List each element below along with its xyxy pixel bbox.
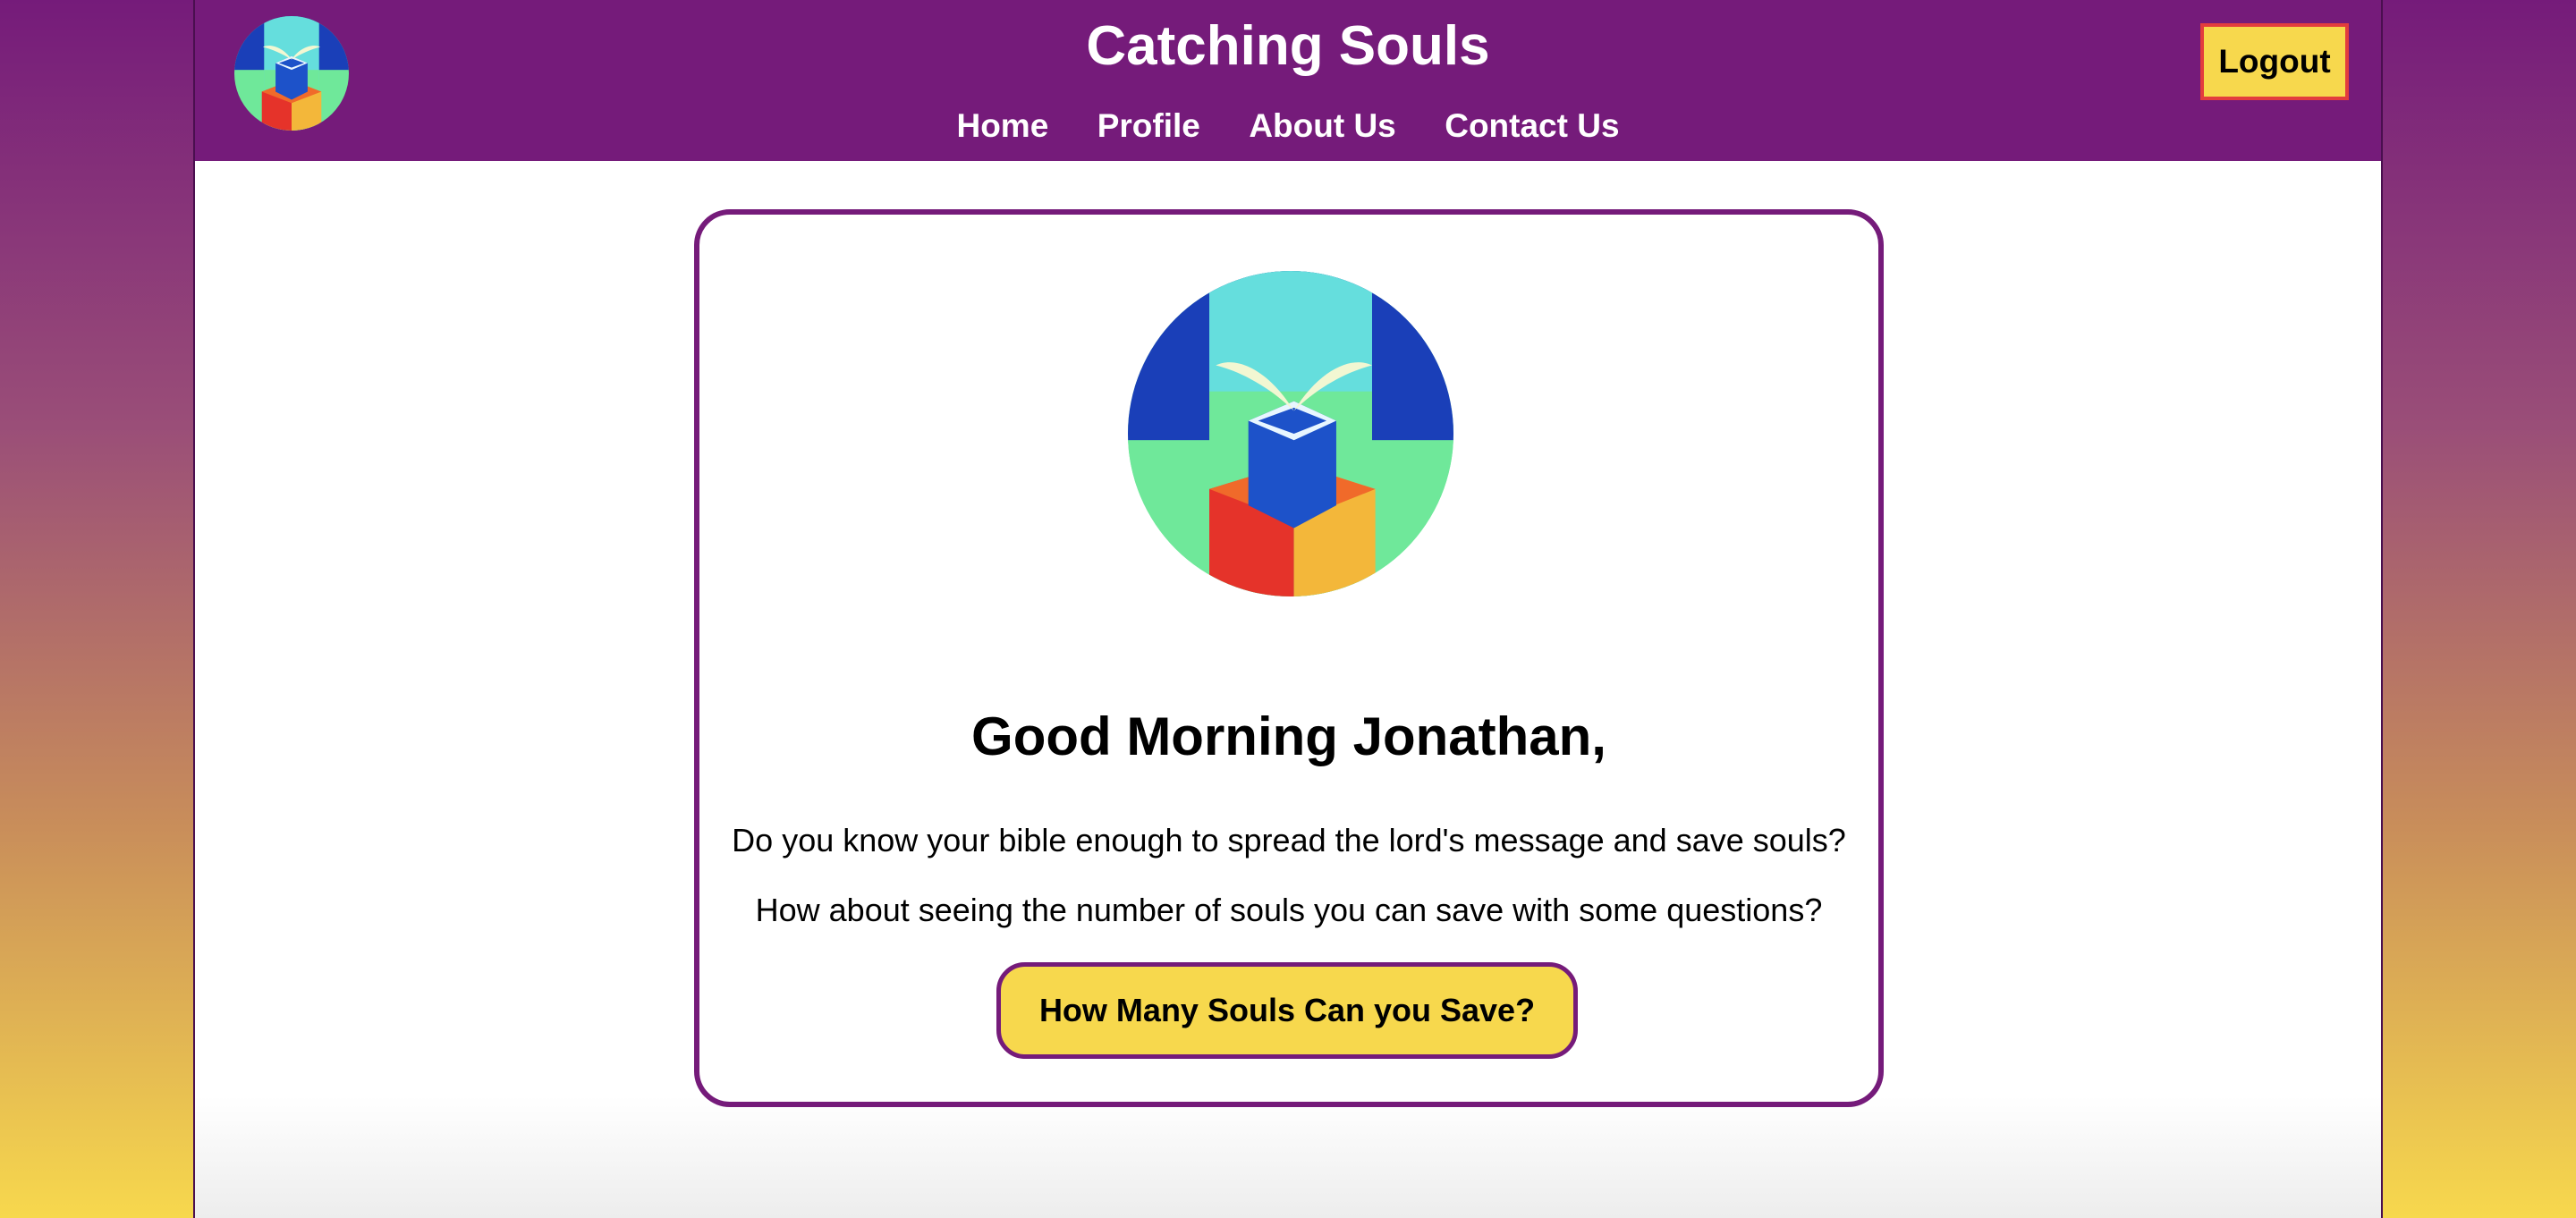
page-container: Catching Souls Home Profile About Us Con… — [193, 0, 2383, 1218]
how-many-souls-button[interactable]: How Many Souls Can you Save? — [996, 962, 1578, 1059]
nav-link-about-us[interactable]: About Us — [1249, 106, 1395, 147]
welcome-card: Good Morning Jonathan, Do you know your … — [694, 209, 1884, 1107]
catching-souls-logo-icon — [1128, 271, 1453, 596]
nav-link-contact-us[interactable]: Contact Us — [1445, 106, 1619, 147]
intro-text-2: How about seeing the number of souls you… — [755, 892, 1823, 928]
nav-link-home[interactable]: Home — [956, 106, 1048, 147]
greeting-heading: Good Morning Jonathan, — [971, 706, 1606, 766]
main-nav: Home Profile About Us Contact Us — [195, 106, 2381, 147]
intro-text-1: Do you know your bible enough to spread … — [732, 822, 1846, 859]
logout-button[interactable]: Logout — [2200, 23, 2349, 100]
site-header: Catching Souls Home Profile About Us Con… — [195, 0, 2381, 161]
nav-link-profile[interactable]: Profile — [1097, 106, 1200, 147]
site-title: Catching Souls — [1086, 15, 1490, 77]
